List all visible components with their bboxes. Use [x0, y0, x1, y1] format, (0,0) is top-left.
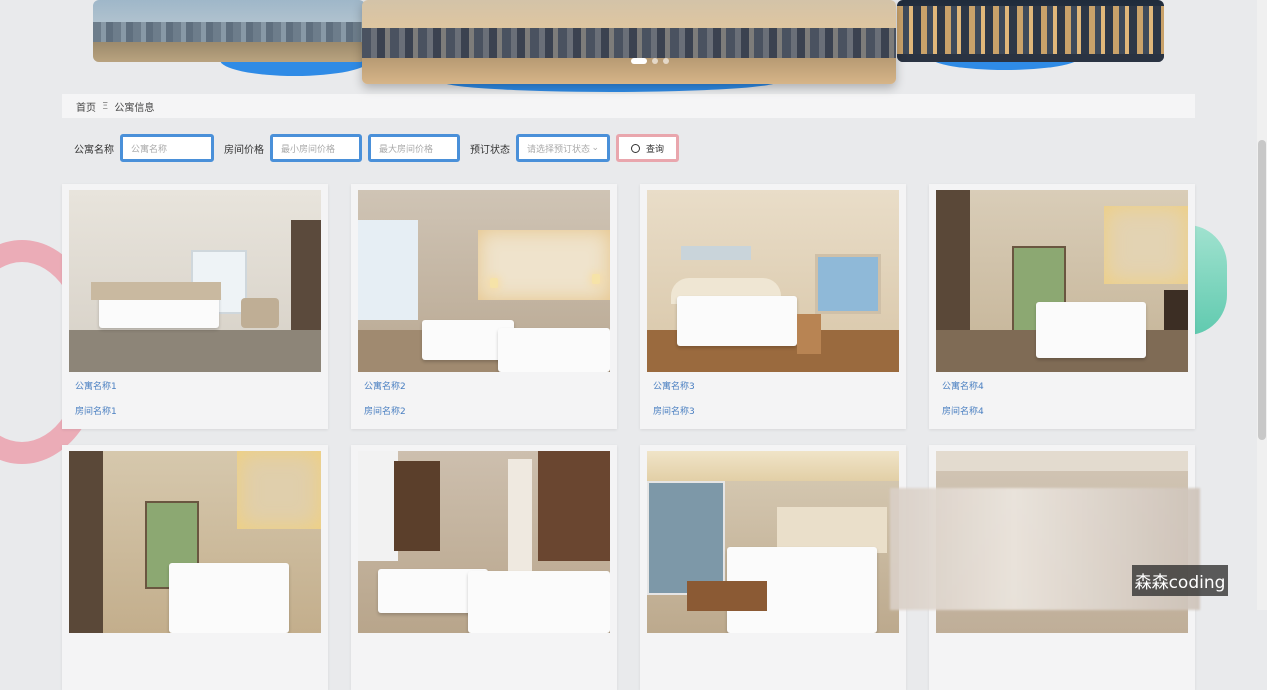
apartment-card[interactable] [351, 445, 617, 690]
apartment-card[interactable]: 公寓名称4 房间名称4 [929, 184, 1195, 429]
room-photo[interactable] [358, 190, 610, 372]
apartment-card[interactable] [62, 445, 328, 690]
carousel-dot[interactable] [652, 58, 658, 64]
scrollbar-thumb[interactable] [1258, 140, 1266, 440]
apartment-name[interactable]: 公寓名称4 [942, 379, 984, 392]
carousel-slide-active[interactable] [362, 0, 896, 84]
room-photo[interactable] [69, 451, 321, 633]
search-form: 公寓名称 公寓名称 房间价格 最小房间价格 最大房间价格 预订状态 请选择预订状… [62, 134, 680, 162]
max-price-input[interactable]: 最大房间价格 [368, 134, 460, 162]
banner-carousel[interactable] [0, 0, 1267, 92]
booking-status-label: 预订状态 [470, 144, 510, 156]
breadcrumb-home[interactable]: 首页 [76, 99, 96, 114]
room-photo[interactable] [647, 451, 899, 633]
search-button-label: 查询 [646, 144, 665, 155]
carousel-slide-prev[interactable] [93, 0, 365, 62]
apartment-name[interactable]: 公寓名称2 [364, 379, 406, 392]
carousel-slide-next[interactable] [897, 0, 1164, 62]
apartment-card[interactable]: 公寓名称3 房间名称3 [640, 184, 906, 429]
apartment-name[interactable]: 公寓名称3 [653, 379, 695, 392]
watermark: 森森coding [1132, 565, 1228, 596]
room-name[interactable]: 房间名称2 [364, 404, 406, 417]
booking-status-placeholder: 请选择预订状态 [527, 144, 591, 155]
carousel-dot[interactable] [663, 58, 669, 64]
apartment-name-label: 公寓名称 [74, 144, 114, 156]
carousel-dot[interactable] [631, 58, 647, 64]
apartment-name[interactable]: 公寓名称1 [75, 379, 117, 392]
room-photo[interactable] [69, 190, 321, 372]
breadcrumb-separator-icon: Ξ [102, 100, 109, 112]
breadcrumb-current: 公寓信息 [114, 102, 155, 114]
room-price-label: 房间价格 [224, 144, 264, 156]
breadcrumb: 首页 Ξ 公寓信息 [62, 94, 1195, 118]
apartment-card[interactable]: 公寓名称1 房间名称1 [62, 184, 328, 429]
room-name[interactable]: 房间名称3 [653, 404, 695, 417]
search-icon [631, 143, 640, 153]
apartment-card[interactable]: 公寓名称2 房间名称2 [351, 184, 617, 429]
apartment-name-input[interactable]: 公寓名称 [120, 134, 214, 162]
carousel-indicators [631, 58, 669, 64]
min-price-input[interactable]: 最小房间价格 [270, 134, 362, 162]
booking-status-select[interactable]: 请选择预订状态 ⌄ [516, 134, 610, 162]
apartment-grid: 公寓名称1 房间名称1 公寓名称2 房间名称2 公寓名称3 房间名称3 公寓名称… [62, 184, 1195, 690]
room-name[interactable]: 房间名称1 [75, 404, 117, 417]
search-button[interactable]: 查询 [616, 134, 680, 162]
room-name[interactable]: 房间名称4 [942, 404, 984, 417]
apartment-card[interactable] [640, 445, 906, 690]
room-photo[interactable] [647, 190, 899, 372]
scrollbar[interactable] [1257, 0, 1267, 610]
room-photo[interactable] [936, 190, 1188, 372]
room-photo[interactable] [358, 451, 610, 633]
chevron-down-icon: ⌄ [591, 143, 599, 153]
